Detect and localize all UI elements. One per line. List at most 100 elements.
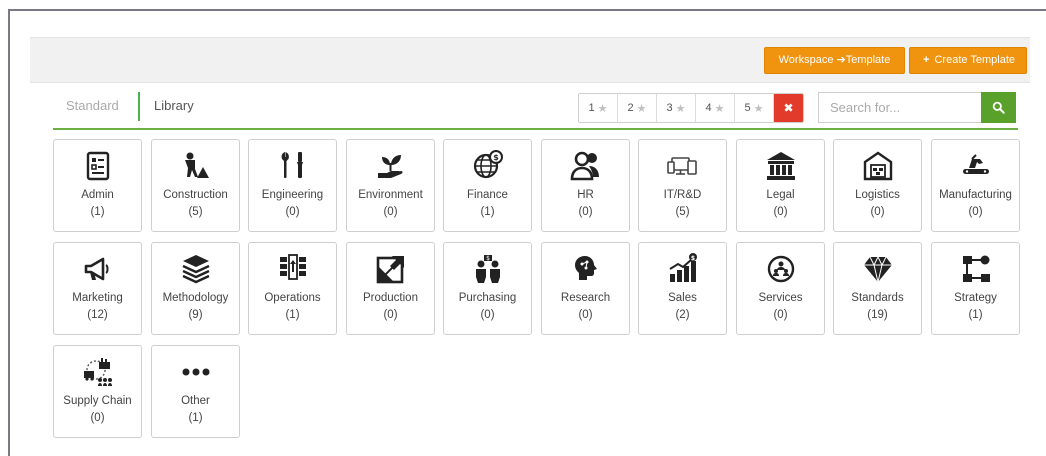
- tab-library[interactable]: Library: [154, 98, 194, 113]
- category-count: (5): [188, 206, 203, 218]
- category-label: Operations: [264, 292, 321, 304]
- category-tile-sales[interactable]: $ Sales (2): [638, 242, 727, 335]
- category-label: IT/R&D: [663, 189, 702, 201]
- category-count: (2): [675, 309, 690, 321]
- category-tile-other[interactable]: Other (1): [151, 345, 240, 438]
- manufacturing-icon: [932, 147, 1019, 185]
- category-count: (1): [90, 206, 105, 218]
- category-count: (0): [870, 206, 885, 218]
- category-tile-construction[interactable]: Construction (5): [151, 139, 240, 232]
- workspace-to-template-button[interactable]: Workspace ➔Template: [764, 47, 905, 74]
- category-tile-logistics[interactable]: Logistics (0): [833, 139, 922, 232]
- category-tile-services[interactable]: Services (0): [736, 242, 825, 335]
- research-icon: [542, 250, 629, 288]
- category-count: (12): [87, 309, 108, 321]
- svg-text:$: $: [690, 255, 694, 262]
- category-label: Sales: [668, 292, 697, 304]
- rating-filter-5[interactable]: 5 ★: [735, 94, 774, 122]
- rating-level: 2: [627, 102, 634, 114]
- category-label: Legal: [766, 189, 795, 201]
- category-tile-legal[interactable]: Legal (0): [736, 139, 825, 232]
- category-label: Research: [560, 292, 611, 304]
- environment-icon: [347, 147, 434, 185]
- category-count: (0): [773, 309, 788, 321]
- category-count: (9): [188, 309, 203, 321]
- category-label: Strategy: [954, 292, 997, 304]
- admin-icon: [54, 147, 141, 185]
- legal-icon: [737, 147, 824, 185]
- category-tile-supply-chain[interactable]: Supply Chain (0): [53, 345, 142, 438]
- category-label: HR: [577, 189, 594, 201]
- svg-text:$: $: [493, 153, 499, 162]
- category-count: (0): [773, 206, 788, 218]
- finance-icon: $: [444, 147, 531, 185]
- rating-level: 3: [666, 102, 673, 114]
- it-rd-icon: [639, 147, 726, 185]
- category-count: (1): [968, 309, 983, 321]
- category-count: (0): [383, 206, 398, 218]
- category-tile-operations[interactable]: Operations (1): [248, 242, 337, 335]
- tab-active-indicator: [138, 92, 140, 121]
- category-tile-marketing[interactable]: Marketing (12): [53, 242, 142, 335]
- category-count: (0): [285, 206, 300, 218]
- category-count: (0): [968, 206, 983, 218]
- category-tile-research[interactable]: Research (0): [541, 242, 630, 335]
- engineering-icon: [249, 147, 336, 185]
- purchasing-icon: $: [444, 250, 531, 288]
- category-tile-strategy[interactable]: Strategy (1): [931, 242, 1020, 335]
- hr-icon: [542, 147, 629, 185]
- rating-filter-3[interactable]: 3 ★: [657, 94, 696, 122]
- rating-filter-1[interactable]: 1 ★: [579, 94, 618, 122]
- category-tile-engineering[interactable]: Engineering (0): [248, 139, 337, 232]
- category-label: Construction: [163, 189, 228, 201]
- supply-chain-icon: [54, 353, 141, 391]
- category-tile-environment[interactable]: Environment (0): [346, 139, 435, 232]
- category-count: (1): [285, 309, 300, 321]
- category-tile-hr[interactable]: HR (0): [541, 139, 630, 232]
- production-icon: [347, 250, 434, 288]
- tab-standard[interactable]: Standard: [66, 98, 119, 113]
- plus-icon: +: [922, 54, 930, 66]
- category-tile-purchasing[interactable]: $ Purchasing (0): [443, 242, 532, 335]
- category-count: (1): [188, 412, 203, 424]
- header-divider: [53, 128, 1018, 130]
- category-count: (0): [578, 206, 593, 218]
- category-label: Other: [181, 395, 210, 407]
- category-label: Standards: [851, 292, 904, 304]
- sales-icon: $: [639, 250, 726, 288]
- category-count: (19): [867, 309, 888, 321]
- category-tile-production[interactable]: Production (0): [346, 242, 435, 335]
- create-template-button[interactable]: + Create Template: [909, 47, 1027, 74]
- operations-icon: [249, 250, 336, 288]
- category-tile-admin[interactable]: Admin (1): [53, 139, 142, 232]
- category-tile-manufacturing[interactable]: Manufacturing (0): [931, 139, 1020, 232]
- category-tile-it-rd[interactable]: IT/R&D (5): [638, 139, 727, 232]
- category-label: Supply Chain: [63, 395, 132, 407]
- category-count: (5): [675, 206, 690, 218]
- category-count: (0): [578, 309, 593, 321]
- clear-rating-button[interactable]: ✖: [774, 94, 803, 122]
- rating-level: 5: [744, 102, 751, 114]
- rating-filter-2[interactable]: 2 ★: [618, 94, 657, 122]
- rating-filter: 1 ★ 2 ★ 3 ★ 4 ★ 5 ★ ✖: [578, 93, 804, 123]
- search-input[interactable]: Search for...: [818, 92, 981, 123]
- rating-filter-4[interactable]: 4 ★: [696, 94, 735, 122]
- category-tile-finance[interactable]: $ Finance (1): [443, 139, 532, 232]
- category-label: Finance: [467, 189, 508, 201]
- category-tile-standards[interactable]: Standards (19): [833, 242, 922, 335]
- create-template-label: Create Template: [934, 54, 1015, 66]
- marketing-icon: [54, 250, 141, 288]
- category-count: (0): [383, 309, 398, 321]
- category-label: Services: [758, 292, 803, 304]
- search-button[interactable]: [981, 92, 1016, 123]
- category-label: Methodology: [162, 292, 229, 304]
- rating-level: 1: [588, 102, 595, 114]
- category-label: Manufacturing: [939, 189, 1012, 201]
- category-tile-methodology[interactable]: Methodology (9): [151, 242, 240, 335]
- methodology-icon: [152, 250, 239, 288]
- standards-icon: [834, 250, 921, 288]
- star-icon: ★: [636, 102, 647, 115]
- logistics-icon: [834, 147, 921, 185]
- category-label: Purchasing: [458, 292, 517, 304]
- category-label: Logistics: [855, 189, 900, 201]
